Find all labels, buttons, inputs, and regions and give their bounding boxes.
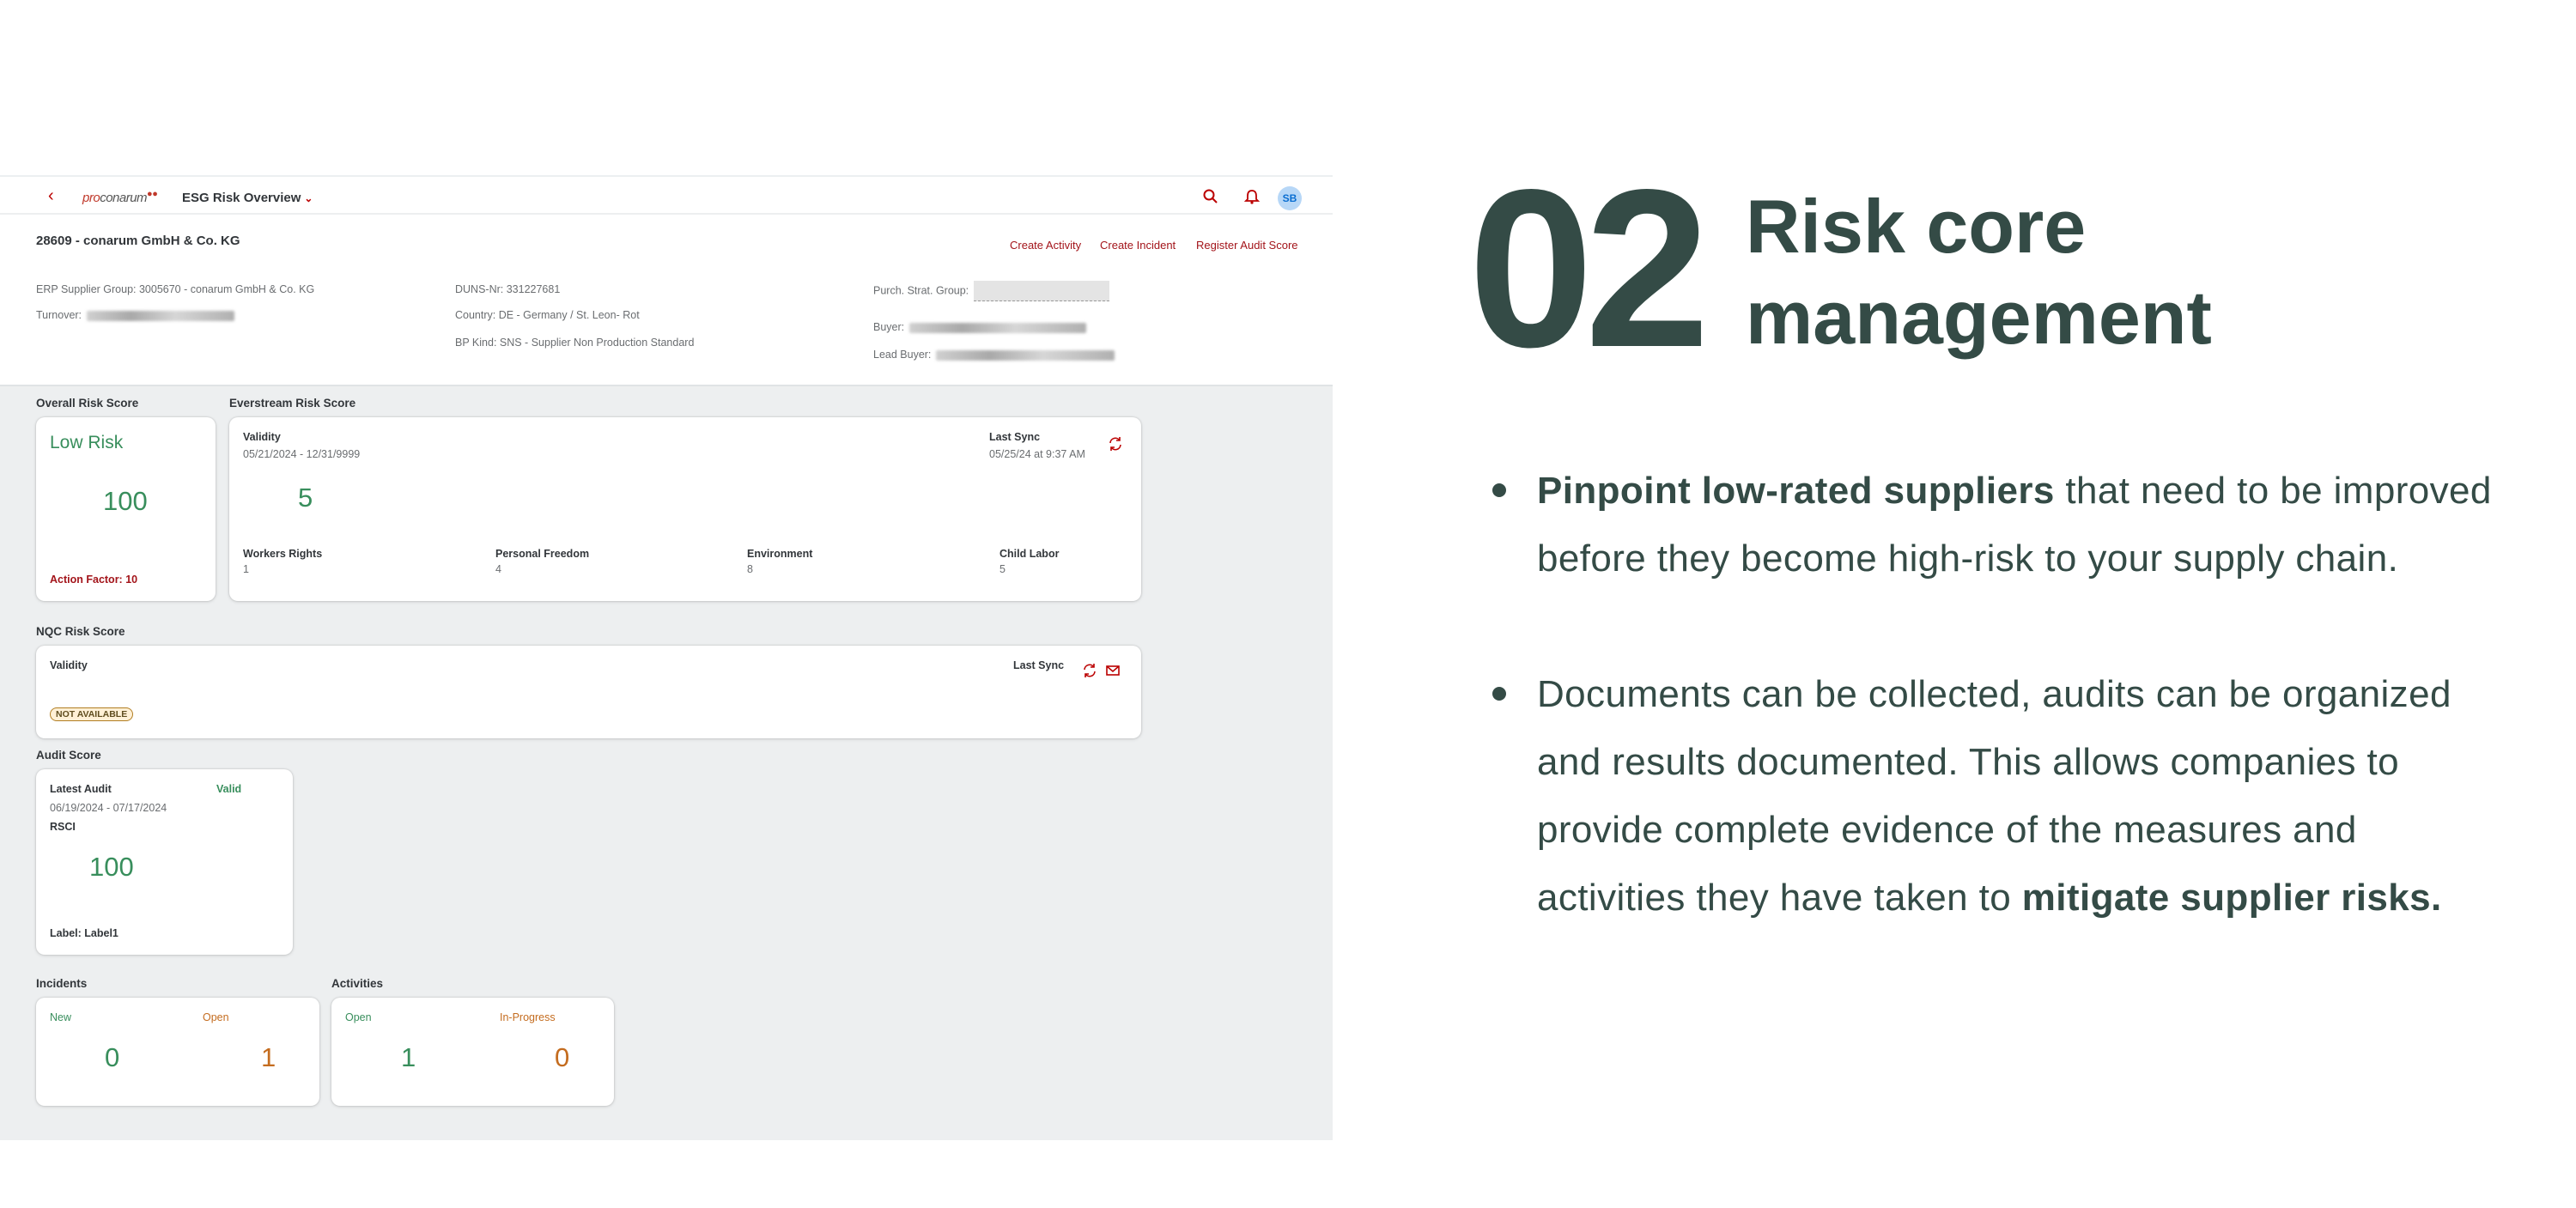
headline-line-2: management bbox=[1746, 275, 2212, 360]
shell-bar: ‹ proconarum●● ESG Risk Overview ⌄ SB bbox=[0, 175, 1333, 213]
create-activity-button[interactable]: Create Activity bbox=[1010, 239, 1081, 252]
nqc-section-title: NQC Risk Score bbox=[36, 625, 125, 638]
everstream-score-value: 5 bbox=[298, 483, 313, 513]
last-sync-label: Last Sync bbox=[1013, 659, 1065, 671]
app-title-menu[interactable]: ESG Risk Overview ⌄ bbox=[182, 191, 313, 205]
purch-strat-group-field: Purch. Strat. Group: bbox=[873, 281, 1110, 301]
purch-strat-group-input[interactable] bbox=[974, 281, 1110, 301]
activities-card[interactable]: Open In-Progress 1 0 bbox=[331, 998, 614, 1106]
bullet-dot bbox=[1492, 687, 1506, 701]
country-field: Country: DE - Germany / St. Leon- Rot bbox=[455, 309, 640, 321]
search-icon[interactable] bbox=[1201, 187, 1220, 206]
metric-value: 1 bbox=[243, 563, 249, 575]
open-incidents-count: 1 bbox=[261, 1042, 276, 1072]
open-activities-label: Open bbox=[345, 1011, 372, 1023]
everstream-section-title: Everstream Risk Score bbox=[229, 397, 356, 410]
action-factor: Action Factor: 10 bbox=[50, 574, 138, 586]
metric-label: Child Labor bbox=[999, 548, 1060, 560]
chevron-down-icon: ⌄ bbox=[304, 192, 313, 204]
validity-value: 05/21/2024 - 12/31/9999 bbox=[243, 448, 361, 460]
object-header: 28609 - conarum GmbH & Co. KG Create Act… bbox=[0, 215, 1333, 386]
nqc-risk-card[interactable]: Validity Last Sync NOT AVAILABLE bbox=[36, 646, 1141, 738]
back-icon[interactable]: ‹ bbox=[48, 187, 54, 204]
bullet-2-line: provide complete evidence of the measure… bbox=[1537, 809, 2357, 851]
audit-score-value: 100 bbox=[89, 852, 134, 882]
last-sync-label: Last Sync bbox=[989, 431, 1041, 443]
metric-value: 5 bbox=[999, 563, 1005, 575]
bullet-1-line: before they become high-risk to your sup… bbox=[1537, 537, 2399, 580]
email-icon[interactable] bbox=[1105, 663, 1121, 678]
in-progress-activities-label: In-Progress bbox=[500, 1011, 556, 1023]
user-avatar[interactable]: SB bbox=[1278, 186, 1302, 210]
bullet-2-line: activities they have taken to mitigate s… bbox=[1537, 877, 2442, 919]
open-incidents-label: Open bbox=[203, 1011, 229, 1023]
overall-risk-section-title: Overall Risk Score bbox=[36, 397, 139, 410]
bullet-2-line: Documents can be collected, audits can b… bbox=[1537, 673, 2451, 715]
audit-type: RSCI bbox=[50, 821, 76, 833]
app-screenshot: ‹ proconarum●● ESG Risk Overview ⌄ SB 286… bbox=[0, 175, 1333, 1140]
in-progress-activities-count: 0 bbox=[555, 1042, 570, 1072]
incidents-card[interactable]: New Open 0 1 bbox=[36, 998, 319, 1106]
validity-label: Validity bbox=[50, 659, 88, 671]
bullet-dot bbox=[1492, 483, 1506, 497]
audit-period: 06/19/2024 - 07/17/2024 bbox=[50, 802, 167, 814]
lead-buyer-field: Lead Buyer: bbox=[873, 349, 1115, 361]
audit-score-card[interactable]: Latest Audit Valid 06/19/2024 - 07/17/20… bbox=[36, 769, 293, 955]
new-incidents-count: 0 bbox=[105, 1042, 120, 1072]
company-logo: proconarum●● bbox=[82, 189, 158, 205]
incidents-section-title: Incidents bbox=[36, 977, 88, 990]
activities-section-title: Activities bbox=[331, 977, 384, 990]
metric-label: Workers Rights bbox=[243, 548, 323, 560]
audit-status: Valid bbox=[216, 783, 242, 795]
metric-value: 4 bbox=[495, 563, 501, 575]
bullet-2-line: and results documented. This allows comp… bbox=[1537, 741, 2400, 783]
duns-number: DUNS-Nr: 331227681 bbox=[455, 283, 561, 295]
new-incidents-label: New bbox=[50, 1011, 72, 1023]
everstream-risk-card[interactable]: Validity 05/21/2024 - 12/31/9999 Last Sy… bbox=[229, 417, 1141, 601]
section-number: 02 bbox=[1468, 143, 1710, 394]
bell-icon[interactable] bbox=[1242, 187, 1261, 206]
audit-label: Label: Label1 bbox=[50, 927, 118, 939]
create-incident-button[interactable]: Create Incident bbox=[1100, 239, 1176, 252]
redacted-value bbox=[936, 349, 1115, 361]
register-audit-score-button[interactable]: Register Audit Score bbox=[1196, 239, 1298, 252]
status-badge: NOT AVAILABLE bbox=[50, 707, 134, 721]
metric-value: 8 bbox=[747, 563, 753, 575]
overall-risk-card[interactable]: Low Risk 100 Action Factor: 10 bbox=[36, 417, 216, 601]
metric-label: Personal Freedom bbox=[495, 548, 590, 560]
open-activities-count: 1 bbox=[401, 1042, 416, 1072]
overall-score-value: 100 bbox=[103, 486, 148, 516]
last-sync-value: 05/25/24 at 9:37 AM bbox=[989, 448, 1085, 460]
validity-label: Validity bbox=[243, 431, 281, 443]
redacted-value bbox=[87, 310, 235, 321]
buyer-field: Buyer: bbox=[873, 321, 1087, 333]
risk-level-label: Low Risk bbox=[50, 433, 124, 452]
bp-kind-field: BP Kind: SNS - Supplier Non Production S… bbox=[455, 337, 695, 349]
supplier-title: 28609 - conarum GmbH & Co. KG bbox=[36, 234, 240, 248]
latest-audit-label: Latest Audit bbox=[50, 783, 112, 795]
refresh-icon[interactable] bbox=[1108, 436, 1123, 452]
bullet-1-line: Pinpoint low-rated suppliers that need t… bbox=[1537, 470, 2492, 512]
refresh-icon[interactable] bbox=[1082, 663, 1097, 678]
audit-section-title: Audit Score bbox=[36, 749, 101, 762]
headline-line-1: Risk core bbox=[1746, 184, 2087, 269]
redacted-value bbox=[909, 322, 1087, 333]
metric-label: Environment bbox=[747, 548, 813, 560]
turnover-field: Turnover: bbox=[36, 309, 235, 321]
erp-supplier-group: ERP Supplier Group: 3005670 - conarum Gm… bbox=[36, 283, 315, 295]
